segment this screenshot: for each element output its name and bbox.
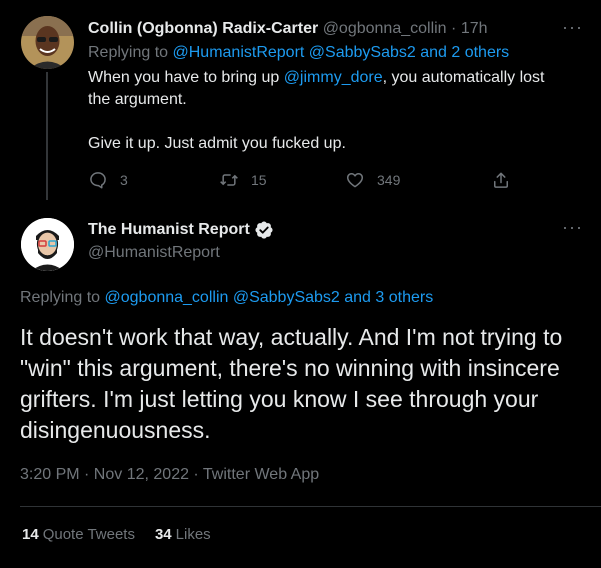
author-name[interactable]: The Humanist Report	[88, 221, 250, 239]
replying-to: Replying to @ogbonna_collin @SabbySabs2 …	[20, 289, 433, 307]
likes-label: Likes	[175, 526, 211, 543]
share-button[interactable]	[491, 170, 511, 190]
retweet-count: 15	[251, 172, 267, 188]
thread-connector-line	[46, 72, 48, 200]
author-avatar[interactable]	[21, 16, 74, 69]
likes-stat[interactable]: 34 Likes	[155, 526, 211, 543]
reply-button[interactable]: 3	[88, 170, 128, 190]
reply-tweet-text: When you have to bring up @jimmy_dore, y…	[88, 67, 568, 155]
mention-link[interactable]: @jimmy_dore	[284, 69, 383, 86]
share-icon	[494, 172, 508, 188]
author-handle[interactable]: @ogbonna_collin	[323, 20, 447, 37]
replying-targets-link[interactable]: @ogbonna_collin @SabbySabs2 and 3 others	[105, 289, 434, 306]
reply-tweet-header: Collin (Ogbonna) Radix-Carter @ogbonna_c…	[88, 20, 488, 38]
quote-tweets-count: 14	[22, 526, 39, 543]
author-name-row: The Humanist Report	[88, 220, 274, 240]
tweet-timestamp[interactable]: 3:20 PM · Nov 12, 2022 · Twitter Web App	[20, 466, 319, 484]
author-name[interactable]: Collin (Ogbonna) Radix-Carter	[88, 20, 318, 37]
retweet-button[interactable]: 15	[219, 170, 267, 190]
verified-badge-icon	[255, 221, 273, 239]
main-tweet: The Humanist Report @HumanistReport ··· …	[0, 204, 601, 568]
replying-targets-link[interactable]: @HumanistReport @SabbySabs2 and 2 others	[173, 44, 510, 61]
reply-tweet-actions: 3 15 349	[88, 170, 518, 192]
like-count: 349	[377, 172, 401, 188]
text-part: When you have to bring up	[88, 69, 284, 86]
replying-prefix: Replying to	[88, 44, 169, 61]
tweet-stats: 14 Quote Tweets 34 Likes	[22, 526, 211, 543]
retweet-icon	[220, 174, 238, 186]
reply-tweet[interactable]: Collin (Ogbonna) Radix-Carter @ogbonna_c…	[0, 0, 601, 204]
likes-count: 34	[154, 526, 172, 543]
replying-prefix: Replying to	[20, 289, 101, 306]
author-avatar[interactable]	[21, 218, 74, 271]
replying-to: Replying to @HumanistReport @SabbySabs2 …	[88, 44, 509, 62]
main-tweet-text: It doesn't work that way, actually. And …	[20, 324, 563, 443]
like-button[interactable]: 349	[345, 170, 400, 190]
more-icon[interactable]: ···	[562, 18, 582, 42]
quote-tweets-label: Quote Tweets	[42, 526, 135, 543]
author-handle[interactable]: @HumanistReport	[88, 244, 220, 262]
quote-tweets-stat[interactable]: 14 Quote Tweets	[22, 526, 135, 543]
reply-count: 3	[120, 172, 128, 188]
like-icon	[346, 173, 364, 188]
comment-icon	[90, 172, 106, 189]
text-paragraph: Give it up. Just admit you fucked up.	[88, 135, 346, 152]
tweet-time[interactable]: 17h	[461, 20, 488, 37]
more-icon[interactable]: ···	[562, 218, 582, 242]
divider	[20, 506, 601, 507]
separator-dot: ·	[451, 20, 457, 37]
